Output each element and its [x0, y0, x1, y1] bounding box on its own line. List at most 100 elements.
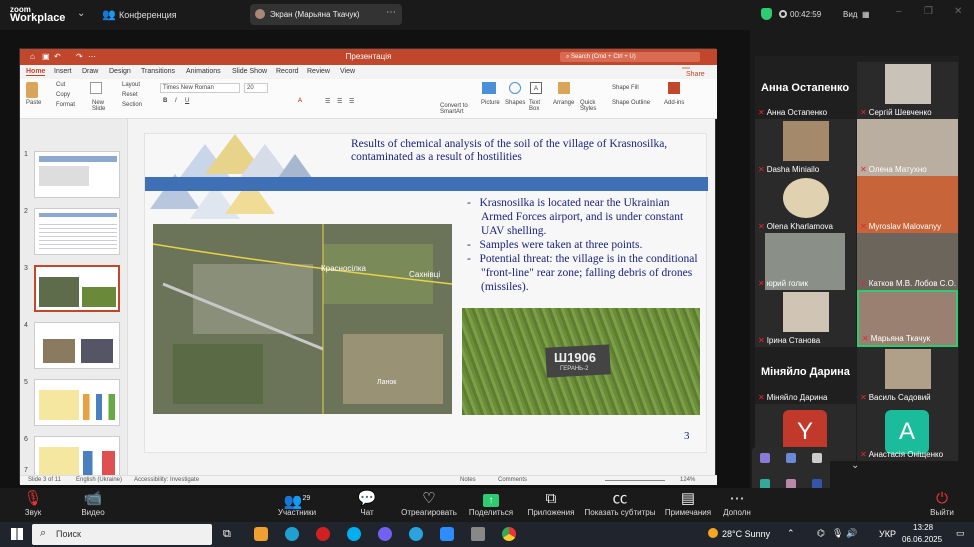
slide-thumbnail-5[interactable] [34, 379, 120, 426]
taskbar-search-input[interactable]: ⌕ Поиск [32, 524, 212, 545]
chevron-down-icon[interactable]: ⌄ [77, 8, 85, 19]
home-icon[interactable]: ⌂ [30, 49, 35, 65]
paste-icon[interactable] [26, 82, 38, 98]
weather-label[interactable]: 28°C Sunny [722, 529, 770, 539]
cut-button[interactable]: Cut [56, 82, 65, 88]
arrange-button[interactable]: Arrange [553, 100, 574, 106]
participant-tile[interactable]: ✕ Олена Матухно [857, 119, 958, 176]
participant-tile[interactable]: ✕ Василь Садовий [857, 347, 958, 404]
participant-tile[interactable]: ✕ Olena Kharlamova [755, 176, 856, 233]
viber-icon[interactable] [378, 527, 392, 541]
notes-button[interactable]: ▤ Примечания [664, 490, 712, 517]
text-box-button[interactable]: Text Box [529, 100, 545, 112]
redo-icon[interactable]: ↷ [76, 49, 83, 65]
paste-button[interactable]: Paste [26, 100, 41, 106]
underline-button[interactable]: U [185, 98, 189, 104]
clock-time[interactable]: 13:28 [913, 523, 933, 532]
slide-thumbnail-4[interactable] [34, 322, 120, 369]
windows-start-icon[interactable] [11, 528, 23, 540]
shape-fill-button[interactable]: Shape Fill [612, 85, 639, 91]
tab-view[interactable]: View [340, 68, 355, 75]
screen-share-pill[interactable]: Экран (Марьяна Ткачук) ⋯ [250, 4, 402, 25]
more-icon[interactable]: ⋯ [88, 49, 96, 65]
language[interactable]: English (Ukraine) [76, 477, 122, 483]
mic-icon[interactable]: 🎙 [832, 528, 843, 539]
chat-button[interactable]: 💬 Чат [354, 490, 380, 517]
language-indicator[interactable]: УКР [879, 529, 896, 539]
share-screen-button[interactable]: ↑ Поделиться [468, 490, 514, 517]
tray-icon[interactable] [760, 453, 770, 463]
chevron-down-icon[interactable]: ⌄ [851, 460, 859, 471]
format-painter-button[interactable]: Format [56, 102, 75, 108]
convert-smartart-button[interactable]: Convert to SmartArt [440, 103, 474, 115]
tab-slide-show[interactable]: Slide Show [232, 68, 267, 75]
task-view-icon[interactable]: ⧉ [223, 528, 231, 541]
share-button[interactable]: Share [682, 67, 705, 78]
align-left-icon[interactable]: ☰ [325, 98, 330, 105]
undo-icon[interactable]: ↶ [54, 49, 61, 65]
copy-button[interactable]: Copy [56, 92, 70, 98]
addins-icon[interactable] [668, 82, 680, 94]
font-size-select[interactable]: 20 [244, 83, 268, 93]
participant-tile[interactable]: ✕ юрий голик [755, 233, 856, 290]
reset-button[interactable]: Reset [122, 92, 138, 98]
picture-icon[interactable] [482, 82, 496, 94]
chrome-icon[interactable] [502, 527, 516, 541]
tab-review[interactable]: Review [307, 68, 330, 75]
maximize-icon[interactable]: ❐ [924, 6, 933, 17]
network-icon[interactable]: ⌬ [817, 528, 825, 539]
addins-button[interactable]: Add-ins [664, 100, 684, 106]
app-icon[interactable] [254, 527, 268, 541]
conference-label[interactable]: Конференция [119, 10, 177, 20]
close-icon[interactable]: ✕ [954, 6, 962, 17]
audio-button[interactable]: 🎙 Звук [18, 490, 48, 517]
new-slide-icon[interactable] [90, 82, 102, 94]
participants-button[interactable]: 👥29 Участники [274, 490, 320, 517]
tab-home[interactable]: Home [26, 68, 46, 76]
align-center-icon[interactable]: ☰ [337, 98, 342, 105]
edge-icon[interactable] [285, 527, 299, 541]
captions-button[interactable]: ㏄ Показать субтитры [584, 490, 656, 517]
leave-button[interactable]: ⏻ Выйти [928, 490, 956, 517]
shapes-icon[interactable] [509, 82, 521, 94]
participant-tile[interactable]: ✕ Сергій Шевченко [857, 62, 958, 119]
tab-record[interactable]: Record [276, 68, 299, 75]
participant-tile[interactable]: ✕ Dasha Miniailo [755, 119, 856, 176]
opera-icon[interactable] [316, 527, 330, 541]
slide-canvas[interactable]: Results of chemical analysis of the soil… [144, 133, 708, 453]
picture-button[interactable]: Picture [481, 100, 500, 106]
apps-button[interactable]: ⧉ Приложения [526, 490, 576, 517]
minimize-icon[interactable]: – [896, 6, 902, 17]
tab-design[interactable]: Design [109, 68, 131, 75]
layout-button[interactable]: Layout [122, 82, 140, 88]
comments-button[interactable]: Comments [498, 477, 527, 483]
tray-icon[interactable] [786, 453, 796, 463]
align-right-icon[interactable]: ☰ [349, 98, 354, 105]
more-icon[interactable]: ⋯ [386, 7, 396, 18]
zoom-taskbar-icon[interactable] [440, 527, 454, 541]
react-button[interactable]: ♡ Отреагировать [400, 490, 458, 517]
participant-tile[interactable]: ✕ Myroslav Malovanyy [857, 176, 958, 233]
zoom-level[interactable]: 124% [680, 477, 695, 483]
search-input[interactable]: ⌕ Search (Cmd + Ctrl + U) [560, 52, 700, 62]
notification-icon[interactable]: ▭ [956, 528, 965, 539]
bold-button[interactable]: B [163, 98, 167, 104]
clock-date[interactable]: 06.06.2025 [902, 535, 942, 544]
record-icon[interactable] [779, 10, 787, 18]
quick-styles-button[interactable]: Quick Styles [580, 100, 600, 112]
tray-icon[interactable] [812, 453, 822, 463]
video-button[interactable]: 📹 Видео [78, 490, 108, 517]
text-box-icon[interactable]: A [530, 82, 542, 94]
shape-outline-button[interactable]: Shape Outline [612, 100, 650, 106]
arrange-icon[interactable] [558, 82, 570, 94]
participant-tile[interactable]: ✕ Ірина Станова [755, 290, 856, 347]
shapes-button[interactable]: Shapes [505, 100, 525, 106]
view-button[interactable]: Вид [843, 10, 857, 19]
zoom-slider[interactable] [605, 480, 665, 481]
participant-tile[interactable]: ✕ Міняйло Дарина [755, 347, 856, 404]
tray-chevron-icon[interactable]: ⌃ [787, 528, 795, 539]
accessibility[interactable]: Accessibility: Investigate [134, 477, 199, 483]
save-icon[interactable]: ▣ [42, 49, 50, 65]
slide-thumbnail-2[interactable] [34, 208, 120, 255]
tab-draw[interactable]: Draw [82, 68, 98, 75]
